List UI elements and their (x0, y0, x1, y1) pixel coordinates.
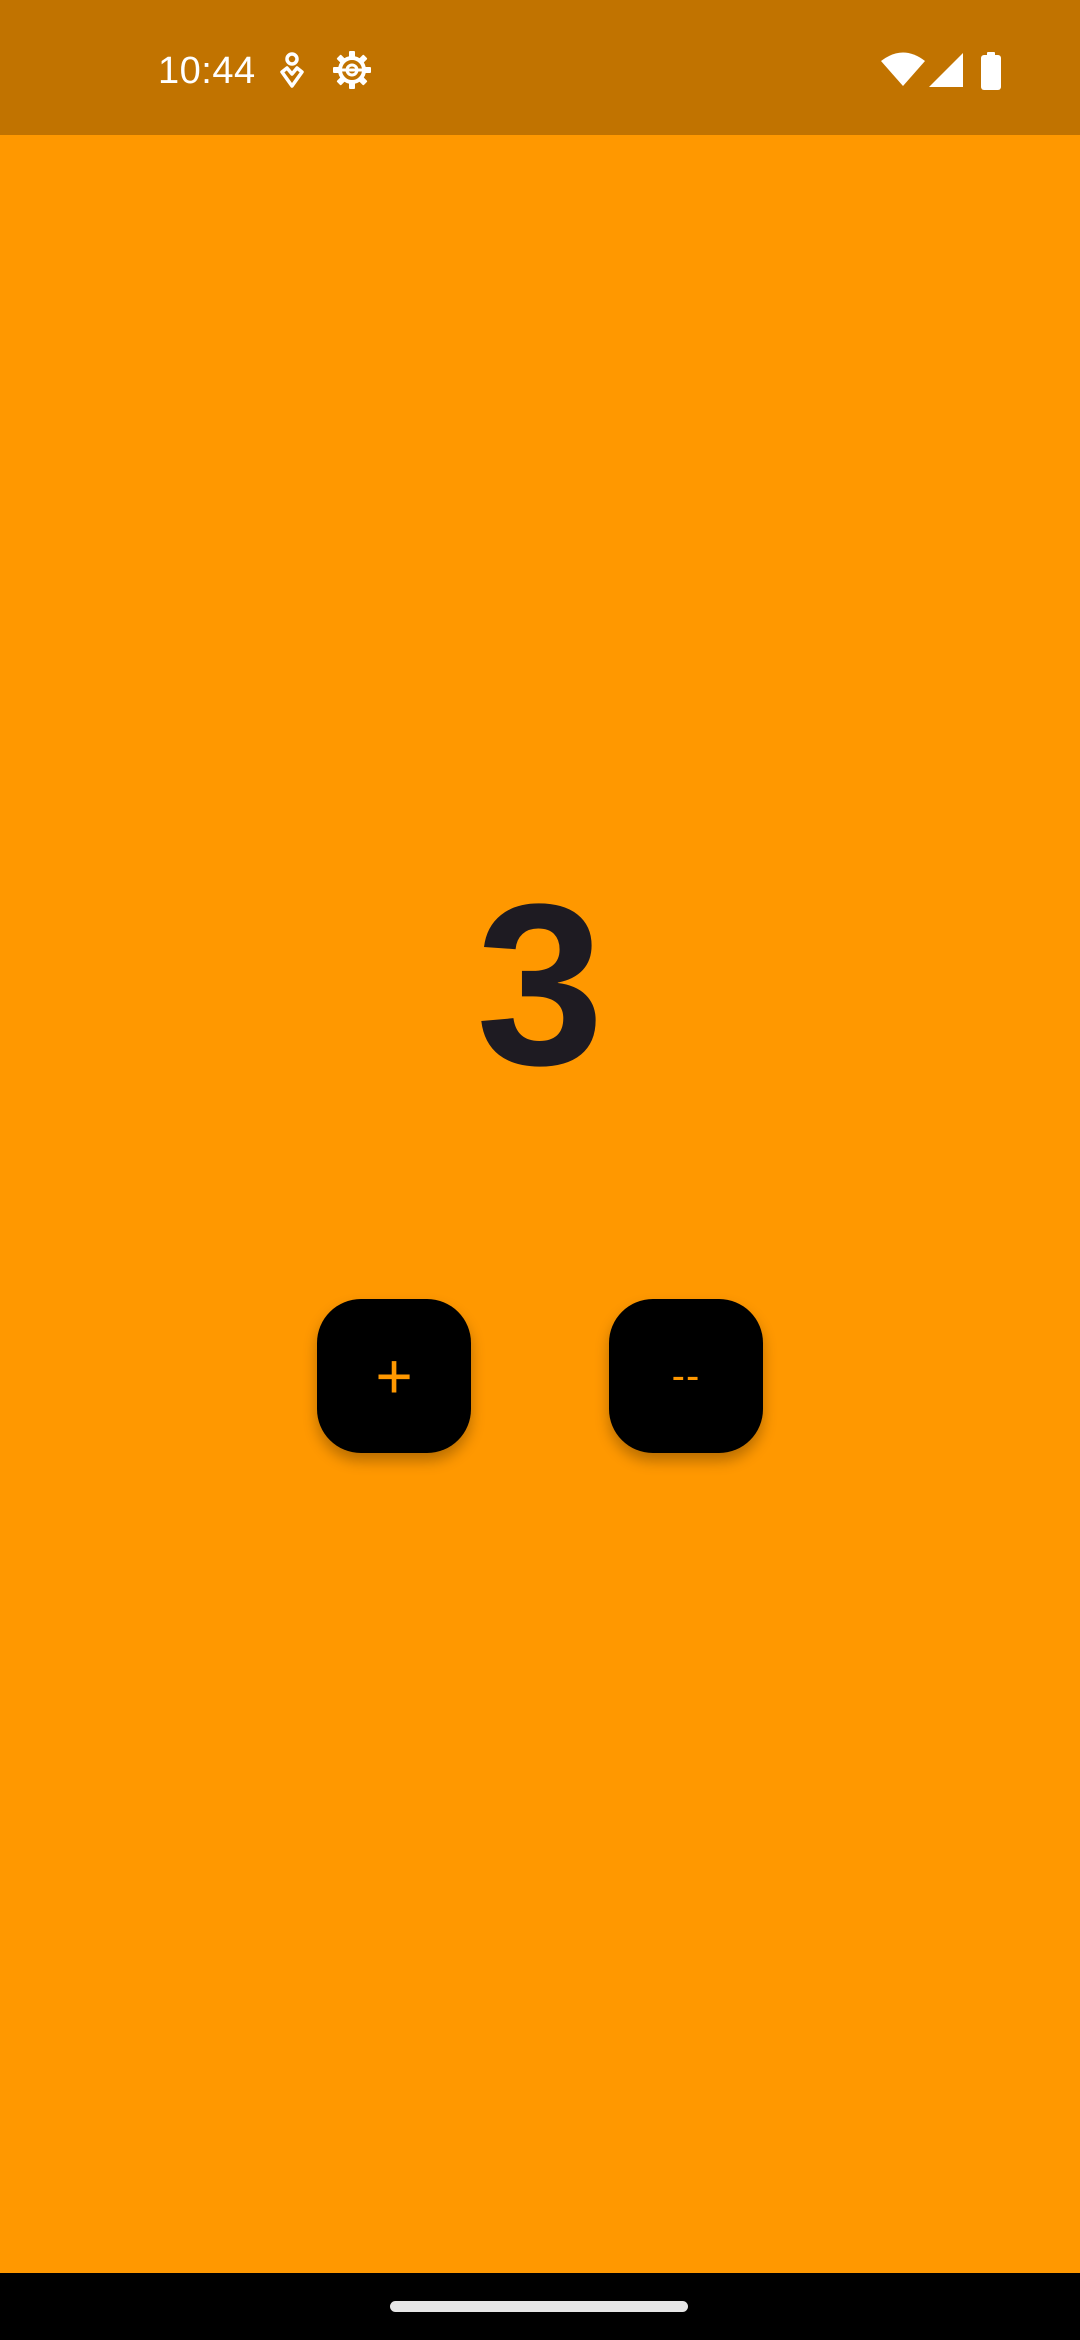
decrement-button[interactable]: -- (609, 1299, 763, 1453)
home-gesture-handle[interactable] (390, 2301, 688, 2312)
counter-screen: 3 + -- (0, 135, 1080, 2273)
wifi-icon (881, 52, 925, 86)
battery-icon (981, 52, 1001, 90)
navigation-bar (0, 2273, 1080, 2340)
settings-gear-icon (333, 51, 371, 89)
status-time: 10:44 (158, 50, 256, 92)
status-bar: 10:44 (0, 0, 1080, 135)
increment-button[interactable]: + (317, 1299, 471, 1453)
notification-icon (280, 52, 304, 88)
cellular-signal-icon (929, 53, 963, 87)
counter-value: 3 (476, 856, 604, 1113)
